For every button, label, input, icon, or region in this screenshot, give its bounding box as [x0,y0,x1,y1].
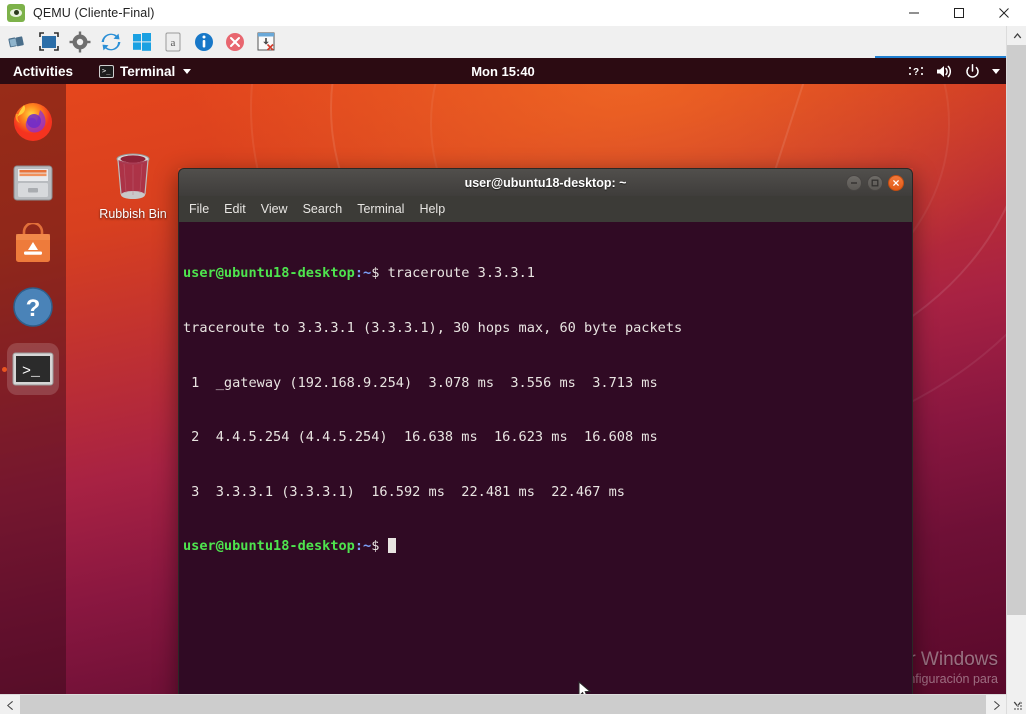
volume-icon[interactable] [936,64,953,79]
terminal-line: user@ubuntu18-desktop:~$ traceroute 3.3.… [183,264,912,282]
info-icon[interactable] [190,28,218,56]
prompt-user-host: user@ubuntu18-desktop [183,265,355,281]
menu-edit[interactable]: Edit [224,202,246,216]
terminal-output-area[interactable]: user@ubuntu18-desktop:~$ traceroute 3.3.… [178,222,913,694]
terminal-window: user@ubuntu18-desktop: ~ File Edit Vie [178,168,913,694]
terminal-command: traceroute 3.3.3.1 [379,265,535,281]
qemu-eye-icon [7,4,25,22]
reset-refresh-icon[interactable] [97,28,125,56]
files-cabinet-icon [11,162,55,204]
terminal-line: 3 3.3.3.1 (3.3.3.1) 16.592 ms 22.481 ms … [183,483,912,501]
terminal-titlebar[interactable]: user@ubuntu18-desktop: ~ [178,168,913,196]
power-off-icon[interactable] [221,28,249,56]
terminal-maximize-button[interactable] [867,175,883,191]
terminal-window-controls [846,169,904,197]
svg-text:a: a [171,37,176,49]
menu-file[interactable]: File [189,202,209,216]
svg-text:?: ? [913,67,919,78]
menu-search[interactable]: Search [303,202,343,216]
firefox-icon [10,98,56,144]
terminal-icon: >_ [99,65,114,78]
terminal-command [379,538,387,554]
sidebar-item-help[interactable]: ? [0,276,66,338]
close-button[interactable] [981,0,1026,26]
terminal-menubar: File Edit View Search Terminal Help [178,196,913,222]
menu-terminal[interactable]: Terminal [357,202,404,216]
terminal-cursor [388,538,396,553]
maximize-button[interactable] [936,0,981,26]
settings-gear-icon[interactable] [66,28,94,56]
help-question-icon: ? [12,286,54,328]
trash-bin-icon [109,150,157,204]
window-controls [891,0,1026,26]
tray-chevron-down-icon[interactable] [992,69,1000,74]
keyboard-language-icon[interactable]: ? [908,64,924,78]
sidebar-item-software[interactable] [0,214,66,276]
minimize-button[interactable] [891,0,936,26]
sidebar-item-terminal[interactable]: >_ [0,338,66,400]
terminal-icon: >_ [12,352,54,386]
terminal-line: 1 _gateway (192.168.9.254) 3.078 ms 3.55… [183,374,912,392]
horizontal-scrollbar[interactable] [0,694,1006,714]
vertical-scrollbar-thumb[interactable] [1007,45,1026,615]
guest-screen: Activities >_ Terminal Mon 15:40 ? [0,58,1006,694]
vertical-scrollbar[interactable] [1006,26,1026,714]
terminal-line: user@ubuntu18-desktop:~$ [183,537,912,555]
windows-logo-icon[interactable] [128,28,156,56]
prompt-path: :~ [355,265,371,281]
svg-text:?: ? [26,295,41,322]
app-menu-terminal[interactable]: >_ Terminal [99,64,191,79]
scroll-right-button[interactable] [986,695,1006,714]
menu-help[interactable]: Help [419,202,445,216]
desktop-icon-trash[interactable]: Rubbish Bin [93,150,173,232]
chevron-down-icon [183,69,191,74]
terminal-close-button[interactable] [888,175,904,191]
snapshot-icon[interactable]: a [159,28,187,56]
save-screenshot-icon[interactable] [252,28,280,56]
qemu-toolbar: a [0,26,1026,58]
scroll-up-button[interactable] [1007,26,1026,45]
terminal-minimize-button[interactable] [846,175,862,191]
ubuntu-software-bag-icon [11,223,55,267]
menu-view[interactable]: View [261,202,288,216]
window-title: QEMU (Cliente-Final) [33,6,154,20]
terminal-title: user@ubuntu18-desktop: ~ [465,176,627,190]
fullscreen-icon[interactable] [35,28,63,56]
launcher-dock: ? >_ [0,84,66,694]
power-icon[interactable] [965,64,980,79]
topbar-tray: ? [908,64,1000,79]
resize-grip[interactable] [1013,701,1023,711]
sidebar-item-files[interactable] [0,152,66,214]
prompt-user-host: user@ubuntu18-desktop [183,538,355,554]
scroll-left-button[interactable] [0,695,20,714]
horizontal-scrollbar-thumb[interactable] [20,695,986,714]
qemu-titlebar: QEMU (Cliente-Final) [0,0,1026,26]
ubuntu-topbar: Activities >_ Terminal Mon 15:40 ? [0,58,1006,84]
desktop-icon-label: Rubbish Bin [99,207,166,221]
sidebar-item-firefox[interactable] [0,90,66,152]
app-menu-label: Terminal [120,64,175,79]
prompt-path: :~ [355,538,371,554]
svg-text:>_: >_ [22,363,41,380]
terminal-line: traceroute to 3.3.3.1 (3.3.3.1), 30 hops… [183,319,912,337]
terminal-line: 2 4.4.5.254 (4.4.5.254) 16.638 ms 16.623… [183,428,912,446]
pause-icon[interactable] [4,28,32,56]
activities-button[interactable]: Activities [9,62,77,81]
qemu-window: QEMU (Cliente-Final) [0,0,1026,714]
